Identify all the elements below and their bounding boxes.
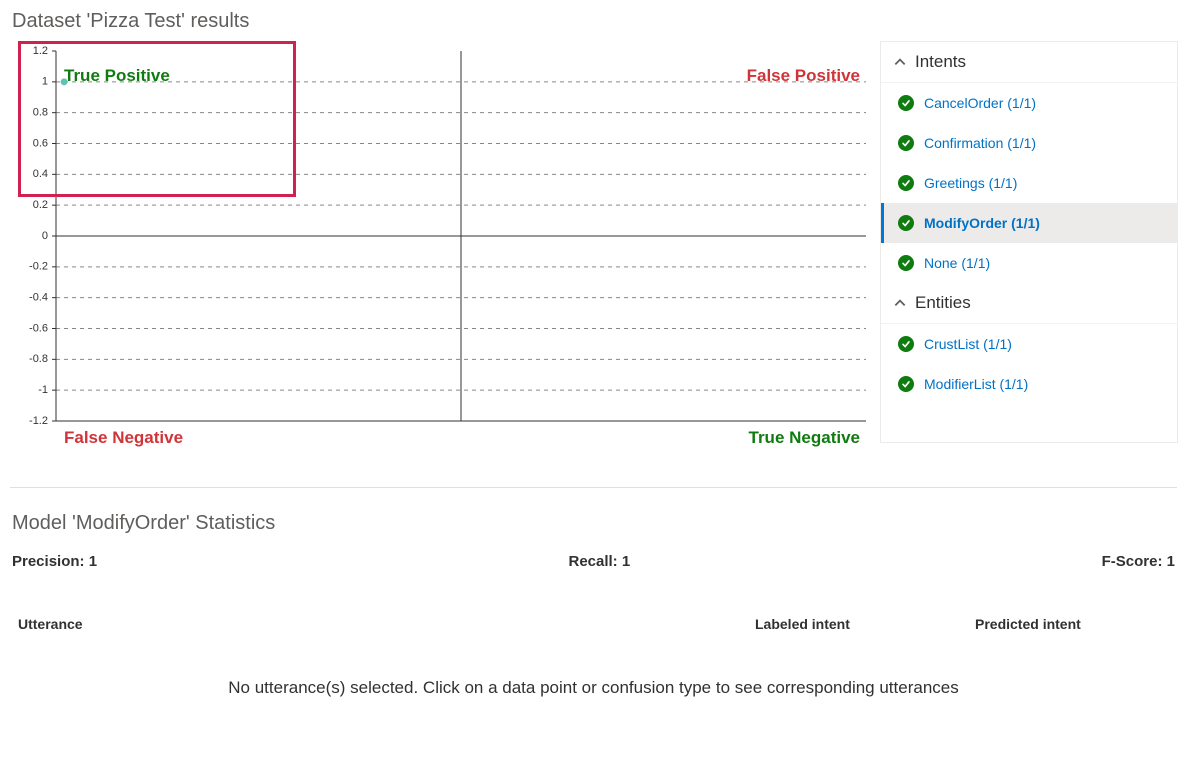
list-item[interactable]: None (1/1) — [881, 243, 1177, 283]
list-item-label: None (1/1) — [924, 255, 990, 271]
stats-title: Model 'ModifyOrder' Statistics — [0, 488, 1187, 543]
svg-text:0: 0 — [42, 230, 48, 242]
quad-false-negative-label[interactable]: False Negative — [64, 428, 183, 447]
svg-text:0.8: 0.8 — [33, 107, 48, 119]
list-item[interactable]: CrustList (1/1) — [881, 324, 1177, 364]
th-utterance[interactable]: Utterance — [18, 616, 755, 632]
stats-row: Precision: 1 Recall: 1 F-Score: 1 — [0, 543, 1187, 580]
data-point[interactable] — [61, 78, 68, 85]
svg-text:-1: -1 — [38, 384, 48, 396]
page-title: Dataset 'Pizza Test' results — [0, 0, 1187, 41]
status-ok-icon — [898, 95, 914, 111]
chevron-up-icon — [893, 55, 907, 69]
empty-utterances-message: No utterance(s) selected. Click on a dat… — [0, 642, 1187, 738]
svg-text:-0.6: -0.6 — [29, 322, 48, 334]
svg-text:1.2: 1.2 — [33, 45, 48, 57]
th-predicted-intent[interactable]: Predicted intent — [975, 616, 1175, 632]
svg-text:1: 1 — [42, 76, 48, 88]
svg-text:0.6: 0.6 — [33, 137, 48, 149]
section-header-intents[interactable]: Intents — [881, 42, 1177, 83]
status-ok-icon — [898, 255, 914, 271]
chevron-up-icon — [893, 296, 907, 310]
list-item-label: ModifierList (1/1) — [924, 376, 1028, 392]
list-item[interactable]: ModifierList (1/1) — [881, 364, 1177, 404]
svg-text:0.4: 0.4 — [33, 168, 48, 180]
list-item[interactable]: Confirmation (1/1) — [881, 123, 1177, 163]
stat-fscore: F-Score: 1 — [1102, 553, 1175, 570]
list-item[interactable]: Greetings (1/1) — [881, 163, 1177, 203]
top-area: -1.2-1-0.8-0.6-0.4-0.200.20.40.60.811.2 … — [0, 41, 1187, 461]
quad-true-negative-label[interactable]: True Negative — [749, 428, 861, 447]
section-title: Entities — [915, 293, 971, 313]
list-item-label: ModifyOrder (1/1) — [924, 215, 1040, 231]
chart-svg: -1.2-1-0.8-0.6-0.4-0.200.20.40.60.811.2 … — [6, 41, 876, 493]
status-ok-icon — [898, 215, 914, 231]
status-ok-icon — [898, 336, 914, 352]
list-item[interactable]: ModifyOrder (1/1) — [881, 203, 1177, 243]
quad-true-positive-label[interactable]: True Positive — [64, 66, 170, 85]
svg-text:-0.4: -0.4 — [29, 292, 48, 304]
side-panel[interactable]: Intents CancelOrder (1/1) Confirmation (1/… — [880, 41, 1178, 443]
section-title: Intents — [915, 52, 966, 72]
th-labeled-intent[interactable]: Labeled intent — [755, 616, 975, 632]
svg-text:-0.8: -0.8 — [29, 353, 48, 365]
section-header-entities[interactable]: Entities — [881, 283, 1177, 324]
utterance-table-header: Utterance Labeled intent Predicted inten… — [0, 580, 1187, 642]
list-item-label: Confirmation (1/1) — [924, 135, 1036, 151]
status-ok-icon — [898, 175, 914, 191]
confusion-chart[interactable]: -1.2-1-0.8-0.6-0.4-0.200.20.40.60.811.2 … — [6, 41, 876, 461]
quad-false-positive-label[interactable]: False Positive — [747, 66, 860, 85]
status-ok-icon — [898, 135, 914, 151]
status-ok-icon — [898, 376, 914, 392]
svg-text:0.2: 0.2 — [33, 199, 48, 211]
stat-recall: Recall: 1 — [568, 553, 630, 570]
list-item-label: CrustList (1/1) — [924, 336, 1012, 352]
svg-text:-0.2: -0.2 — [29, 261, 48, 273]
list-item[interactable]: CancelOrder (1/1) — [881, 83, 1177, 123]
svg-text:-1.2: -1.2 — [29, 415, 48, 427]
list-item-label: Greetings (1/1) — [924, 175, 1017, 191]
list-item-label: CancelOrder (1/1) — [924, 95, 1036, 111]
stat-precision: Precision: 1 — [12, 553, 97, 570]
